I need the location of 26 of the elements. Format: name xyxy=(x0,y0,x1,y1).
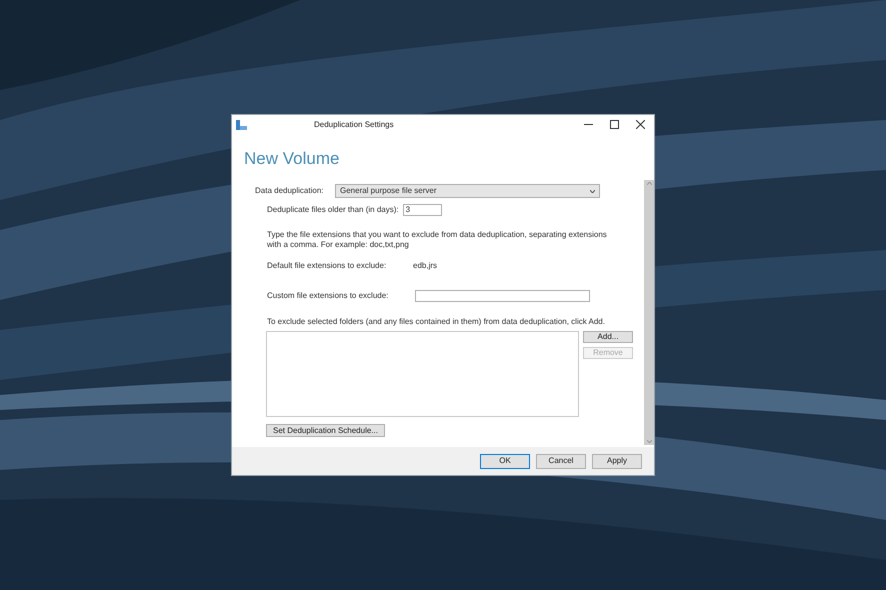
dialog-button[interactable]: Cancel xyxy=(536,454,586,468)
dialog-button[interactable]: Apply xyxy=(592,454,642,468)
field-label: Data deduplication: xyxy=(255,185,324,197)
dedup-dropdown[interactable]: General purpose file server xyxy=(335,184,600,198)
window-title: Deduplication Settings xyxy=(314,118,394,130)
dialog-button[interactable]: OK xyxy=(480,454,530,468)
folder-list[interactable] xyxy=(266,331,579,417)
server-icon xyxy=(236,120,247,130)
folder-button[interactable]: Add... xyxy=(583,331,633,343)
maximize-icon[interactable] xyxy=(610,120,619,129)
default-extensions: edb,jrs xyxy=(413,260,438,272)
folders-instructions: To exclude selected folders (and any files contained in them) from data deduplication, click Add. xyxy=(267,316,606,328)
schedule-button[interactable]: Set Deduplication Schedule... xyxy=(266,424,385,437)
field-label: Default file extensions to exclude: xyxy=(267,260,388,272)
days-input[interactable]: 3 xyxy=(402,204,442,216)
scroll-down-icon[interactable] xyxy=(646,440,652,443)
chevron-down-icon xyxy=(590,190,595,192)
field-label: Custom file extensions to exclude: xyxy=(267,290,390,302)
minimize-icon[interactable] xyxy=(584,124,593,125)
field-label: Deduplicate files older than (in days): xyxy=(267,204,399,216)
custom-extensions-input[interactable] xyxy=(415,290,590,302)
scrollbar[interactable] xyxy=(644,180,654,445)
scroll-up-icon[interactable] xyxy=(646,182,652,185)
page-heading: New Volume xyxy=(244,148,340,170)
instructions-text: Type the file extensions that you want to exclude from data deduplication, separating extensions with a comma. For example: doc,txt,png xyxy=(267,230,608,250)
close-icon[interactable] xyxy=(636,120,645,129)
